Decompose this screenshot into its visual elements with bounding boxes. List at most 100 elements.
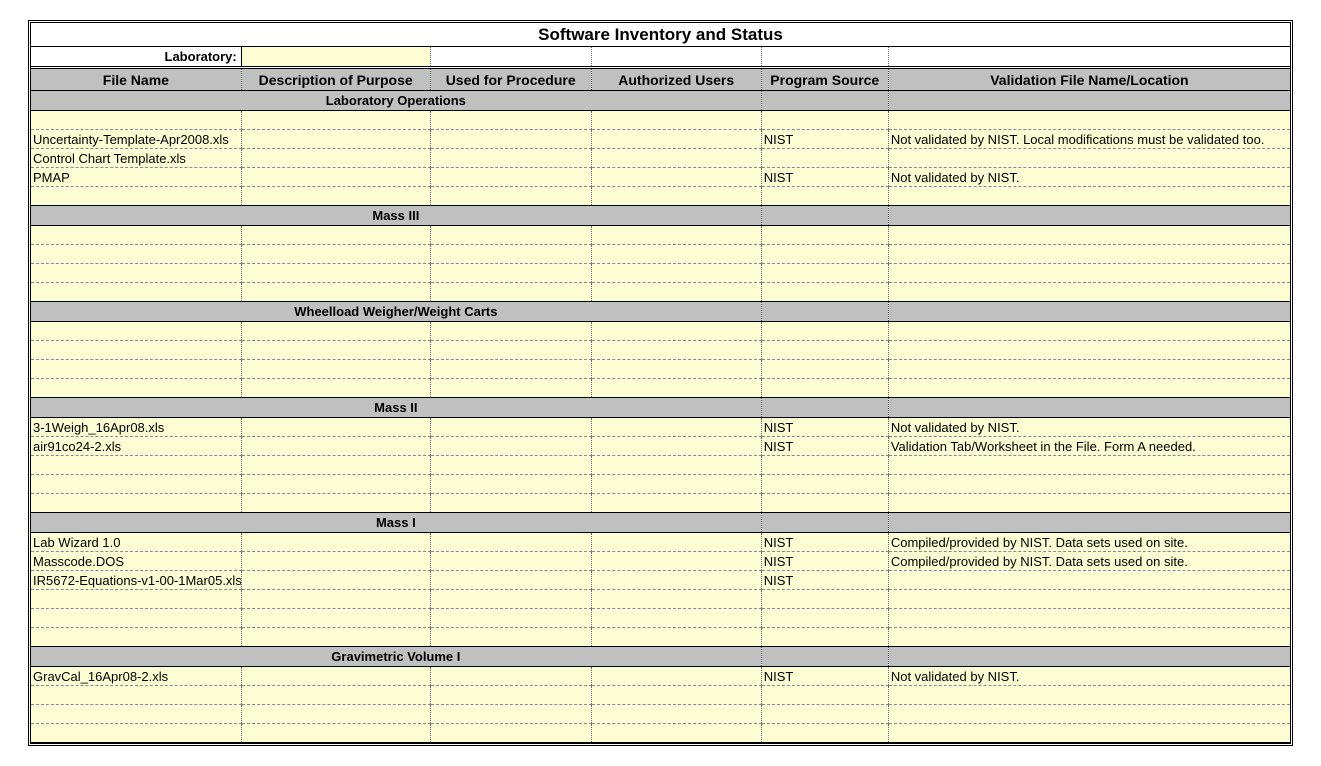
cell-procedure[interactable]: [430, 494, 591, 513]
cell-validation[interactable]: [888, 628, 1290, 647]
cell-validation[interactable]: [888, 475, 1290, 494]
cell-procedure[interactable]: [430, 686, 591, 705]
cell-users[interactable]: [591, 590, 761, 609]
cell-validation[interactable]: [888, 456, 1290, 475]
cell-description[interactable]: [241, 552, 430, 571]
cell-source[interactable]: [761, 379, 888, 398]
cell-validation[interactable]: [888, 379, 1290, 398]
cell-users[interactable]: [591, 494, 761, 513]
cell-users[interactable]: [591, 552, 761, 571]
cell-source[interactable]: [761, 111, 888, 130]
cell-description[interactable]: [241, 533, 430, 552]
cell-users[interactable]: [591, 705, 761, 724]
cell-validation[interactable]: Not validated by NIST.: [888, 418, 1290, 437]
cell-source[interactable]: [761, 187, 888, 206]
cell-description[interactable]: [241, 418, 430, 437]
cell-description[interactable]: [241, 322, 430, 341]
cell-description[interactable]: [241, 226, 430, 245]
cell-description[interactable]: [241, 111, 430, 130]
cell-file-name[interactable]: [31, 187, 241, 206]
cell-users[interactable]: [591, 322, 761, 341]
cell-procedure[interactable]: [430, 322, 591, 341]
cell-validation[interactable]: [888, 686, 1290, 705]
cell-source[interactable]: NIST: [761, 552, 888, 571]
cell-description[interactable]: [241, 168, 430, 187]
cell-validation[interactable]: [888, 571, 1290, 590]
cell-description[interactable]: [241, 667, 430, 686]
cell-source[interactable]: [761, 494, 888, 513]
cell-source[interactable]: [761, 475, 888, 494]
cell-validation[interactable]: Not validated by NIST.: [888, 168, 1290, 187]
cell-procedure[interactable]: [430, 283, 591, 302]
cell-procedure[interactable]: [430, 437, 591, 456]
cell-users[interactable]: [591, 149, 761, 168]
cell-users[interactable]: [591, 111, 761, 130]
cell-procedure[interactable]: [430, 264, 591, 283]
cell-procedure[interactable]: [430, 628, 591, 647]
cell-source[interactable]: [761, 360, 888, 379]
cell-procedure[interactable]: [430, 226, 591, 245]
cell-procedure[interactable]: [430, 187, 591, 206]
cell-validation[interactable]: [888, 360, 1290, 379]
cell-validation[interactable]: [888, 724, 1290, 743]
cell-validation[interactable]: [888, 609, 1290, 628]
cell-users[interactable]: [591, 667, 761, 686]
cell-file-name[interactable]: IR5672-Equations-v1-00-1Mar05.xls: [31, 571, 241, 590]
cell-source[interactable]: [761, 628, 888, 647]
cell-procedure[interactable]: [430, 456, 591, 475]
cell-validation[interactable]: Compiled/provided by NIST. Data sets use…: [888, 552, 1290, 571]
cell-source[interactable]: [761, 149, 888, 168]
cell-file-name[interactable]: air91co24-2.xls: [31, 437, 241, 456]
cell-validation[interactable]: [888, 111, 1290, 130]
cell-source[interactable]: [761, 322, 888, 341]
cell-validation[interactable]: Not validated by NIST. Local modificatio…: [888, 130, 1290, 149]
cell-description[interactable]: [241, 494, 430, 513]
cell-file-name[interactable]: 3-1Weigh_16Apr08.xls: [31, 418, 241, 437]
cell-file-name[interactable]: [31, 705, 241, 724]
cell-procedure[interactable]: [430, 360, 591, 379]
cell-validation[interactable]: [888, 705, 1290, 724]
cell-source[interactable]: [761, 686, 888, 705]
cell-file-name[interactable]: [31, 379, 241, 398]
cell-users[interactable]: [591, 168, 761, 187]
cell-procedure[interactable]: [430, 341, 591, 360]
cell-users[interactable]: [591, 533, 761, 552]
cell-procedure[interactable]: [430, 533, 591, 552]
cell-description[interactable]: [241, 264, 430, 283]
cell-source[interactable]: [761, 226, 888, 245]
cell-users[interactable]: [591, 283, 761, 302]
cell-users[interactable]: [591, 379, 761, 398]
cell-procedure[interactable]: [430, 130, 591, 149]
cell-file-name[interactable]: [31, 245, 241, 264]
cell-users[interactable]: [591, 264, 761, 283]
cell-file-name[interactable]: [31, 686, 241, 705]
cell-validation[interactable]: [888, 322, 1290, 341]
cell-description[interactable]: [241, 628, 430, 647]
cell-procedure[interactable]: [430, 609, 591, 628]
cell-procedure[interactable]: [430, 590, 591, 609]
cell-users[interactable]: [591, 686, 761, 705]
cell-procedure[interactable]: [430, 149, 591, 168]
cell-file-name[interactable]: [31, 283, 241, 302]
cell-users[interactable]: [591, 628, 761, 647]
cell-description[interactable]: [241, 187, 430, 206]
cell-users[interactable]: [591, 418, 761, 437]
cell-file-name[interactable]: Control Chart Template.xls: [31, 149, 241, 168]
cell-description[interactable]: [241, 590, 430, 609]
cell-source[interactable]: [761, 283, 888, 302]
cell-users[interactable]: [591, 437, 761, 456]
cell-validation[interactable]: [888, 226, 1290, 245]
cell-validation[interactable]: [888, 187, 1290, 206]
cell-description[interactable]: [241, 456, 430, 475]
cell-source[interactable]: NIST: [761, 130, 888, 149]
cell-users[interactable]: [591, 724, 761, 743]
cell-users[interactable]: [591, 571, 761, 590]
cell-procedure[interactable]: [430, 475, 591, 494]
cell-users[interactable]: [591, 475, 761, 494]
cell-source[interactable]: NIST: [761, 667, 888, 686]
cell-users[interactable]: [591, 360, 761, 379]
cell-description[interactable]: [241, 437, 430, 456]
cell-source[interactable]: [761, 590, 888, 609]
cell-procedure[interactable]: [430, 571, 591, 590]
cell-users[interactable]: [591, 245, 761, 264]
